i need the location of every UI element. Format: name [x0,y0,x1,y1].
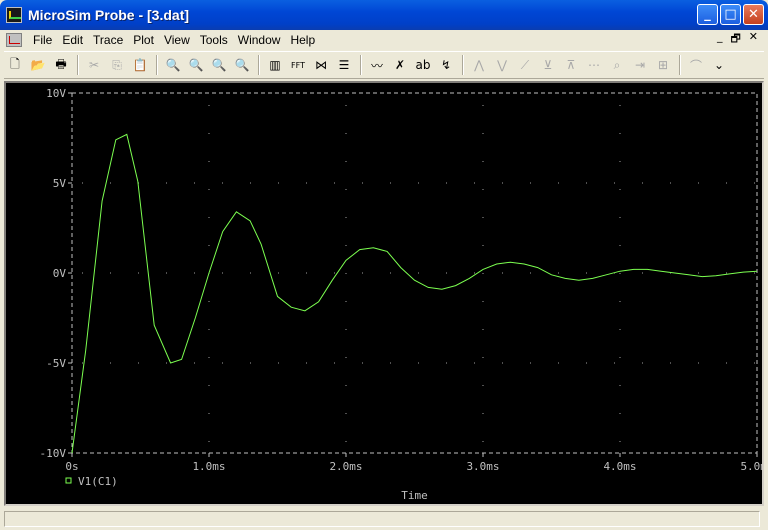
title-bar[interactable]: MicroSim Probe - [3.dat] _ □ ✕ [0,0,768,30]
fft-icon[interactable]: FFT [287,54,309,76]
x-tick-label: 5.0ms [740,460,762,473]
open-folder-icon[interactable]: 📂 [27,54,49,76]
cursor-peak-icon[interactable]: ⋀ [468,54,490,76]
cursor-min-icon[interactable]: ⊻ [537,54,559,76]
x-tick-label: 0s [65,460,78,473]
status-pane [4,511,760,527]
toolbar-separator [360,55,362,75]
new-file-icon[interactable]: 🗋 [4,54,26,76]
toolbar-separator [156,55,158,75]
zoom-out-icon[interactable]: 🔍 [185,54,207,76]
mdi-close-button[interactable]: ✕ [749,30,758,49]
y-tick-label: -5V [46,357,66,370]
toolbar-separator [462,55,464,75]
menu-edit[interactable]: Edit [57,33,88,47]
plot-goal-icon[interactable]: ⌒ [685,54,707,76]
axis-settings-icon[interactable]: ▥ [264,54,286,76]
waveform-plot[interactable]: 10V 5V 0V -5V -10V0s 1.0ms 2.0ms 3.0ms 4.0ms 5.0m… [6,83,768,504]
window-title: MicroSim Probe - [3.dat] [28,7,190,23]
cursor-next-icon[interactable]: ⇥ [629,54,651,76]
plot-marker-icon[interactable]: ⌄ [708,54,730,76]
eval-icon[interactable]: ☰ [333,54,355,76]
mark-icon[interactable]: ↯ [435,54,457,76]
legend-label: V1(C1) [78,475,118,488]
cursor-trough-icon[interactable]: ⋁ [491,54,513,76]
zoom-in-icon[interactable]: 🔍 [162,54,184,76]
menu-help[interactable]: Help [285,33,320,47]
y-tick-label: 0V [53,267,67,280]
cut-icon[interactable]: ✂ [83,54,105,76]
menu-tools[interactable]: Tools [195,33,233,47]
y-tick-label: 5V [53,177,67,190]
minimize-button[interactable]: _ [697,4,718,25]
menu-view[interactable]: View [159,33,195,47]
toolbar-separator [679,55,681,75]
zoom-fit-icon[interactable]: 🔍 [231,54,253,76]
y-tick-label: -10V [40,447,67,460]
maximize-button[interactable]: □ [720,4,741,25]
cursor-label-icon[interactable]: ⊞ [652,54,674,76]
x-tick-label: 3.0ms [466,460,499,473]
copy-icon[interactable]: ⎘ [106,54,128,76]
menu-file[interactable]: File [28,33,57,47]
x-tick-label: 4.0ms [603,460,636,473]
window-controls: _ □ ✕ [697,4,764,25]
x-tick-label: 1.0ms [192,460,225,473]
cursor-point-icon[interactable]: ⋯ [583,54,605,76]
mdi-restore-button[interactable]: 🗗 [730,30,740,49]
paste-icon[interactable]: 📋 [129,54,151,76]
plot-window[interactable]: 10V 5V 0V -5V -10V0s 1.0ms 2.0ms 3.0ms 4.0ms 5.0m… [4,81,768,506]
y-tick-label: 10V [46,87,66,100]
performance-icon[interactable]: ⋈ [310,54,332,76]
cursor-max-icon[interactable]: ⊼ [560,54,582,76]
close-button[interactable]: ✕ [743,4,764,25]
status-bar [0,508,768,530]
series-line-V1(C1) [71,133,758,454]
delete-trace-icon[interactable]: ✗ [389,54,411,76]
toolbar: 🗋 📂 🖶 ✂ ⎘ 📋 🔍 🔍 🔍 🔍 ▥ FFT ⋈ ☰ 〰 ✗ ab ↯ ⋀ ⋁ ⟋ ⊻ ⊼ ⋯ ⌕ ⇥ ⊞ ⌒ ⌄ [4,51,764,79]
cursor-slope-icon[interactable]: ⟋ [514,54,536,76]
menu-trace[interactable]: Trace [88,33,128,47]
toolbar-separator [258,55,260,75]
cursor-search-icon[interactable]: ⌕ [606,54,628,76]
label-icon[interactable]: ab [412,54,434,76]
toolbar-separator [77,55,79,75]
mdi-controls: _ 🗗 ✕ [717,30,758,49]
mdi-minimize-button[interactable]: _ [717,30,723,49]
print-icon[interactable]: 🖶 [50,54,72,76]
plot-border [71,92,758,454]
x-tick-label: 2.0ms [329,460,362,473]
menu-bar: File Edit Trace Plot View Tools Window H… [4,30,764,49]
probe-app-icon[interactable] [6,7,22,23]
menu-window[interactable]: Window [233,33,286,47]
x-axis-label: Time [401,489,428,502]
menu-plot[interactable]: Plot [128,33,159,47]
document-icon[interactable] [6,32,22,47]
legend-marker [65,477,72,484]
zoom-area-icon[interactable]: 🔍 [208,54,230,76]
add-trace-icon[interactable]: 〰 [366,54,388,76]
